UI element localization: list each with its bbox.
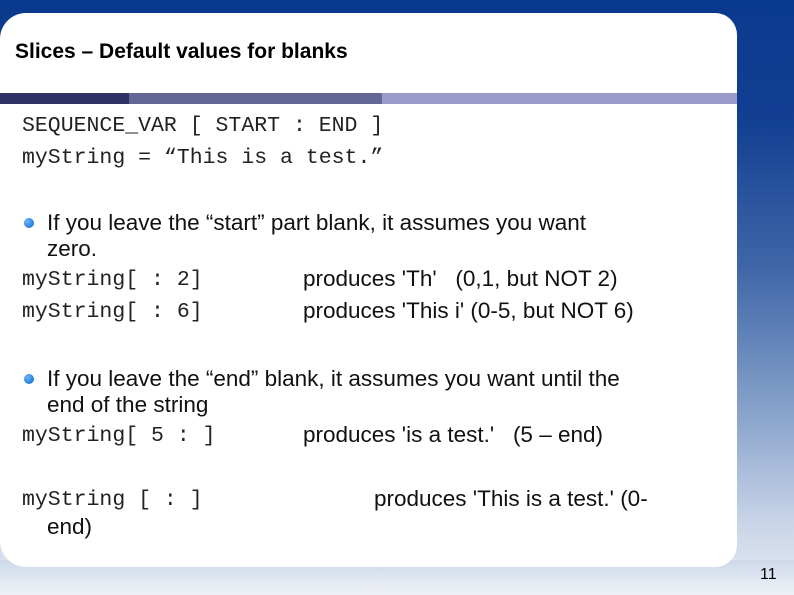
example-code: myString[ : 2] [22, 268, 203, 292]
title-underline-mid [129, 93, 382, 104]
example-result: produces 'This i' (0-5, but NOT 6) [303, 298, 634, 323]
bullet-icon [24, 218, 34, 228]
example-result: produces 'is a test.' (5 – end) [303, 422, 603, 447]
example-result: produces 'Th' (0,1, but NOT 2) [303, 266, 618, 291]
bullet-icon [24, 374, 34, 384]
bullet-text-start: If you leave the “start” part blank, it … [47, 210, 587, 235]
header-band [0, 0, 794, 14]
final-example-code: myString [ : ] [22, 488, 203, 512]
bullet-text-end-cont: end of the string [47, 392, 209, 417]
page-number: 11 [760, 566, 777, 583]
bullet-text-start-cont: zero. [47, 236, 98, 261]
final-example-continuation: end) [47, 514, 93, 539]
title-underline-dark [0, 93, 129, 104]
syntax-line: SEQUENCE_VAR [ START : END ] [22, 114, 384, 138]
final-example-result: produces 'This is a test.' (0- [374, 486, 648, 511]
example-code: myString[ 5 : ] [22, 424, 216, 448]
bullet-text-end: If you leave the “end” blank, it assumes… [47, 366, 620, 391]
string-assignment-line: myString = “This is a test.” [22, 146, 384, 170]
example-code: myString[ : 6] [22, 300, 203, 324]
title-underline-light [382, 93, 737, 104]
slide-title: Slices – Default values for blanks [15, 40, 348, 63]
